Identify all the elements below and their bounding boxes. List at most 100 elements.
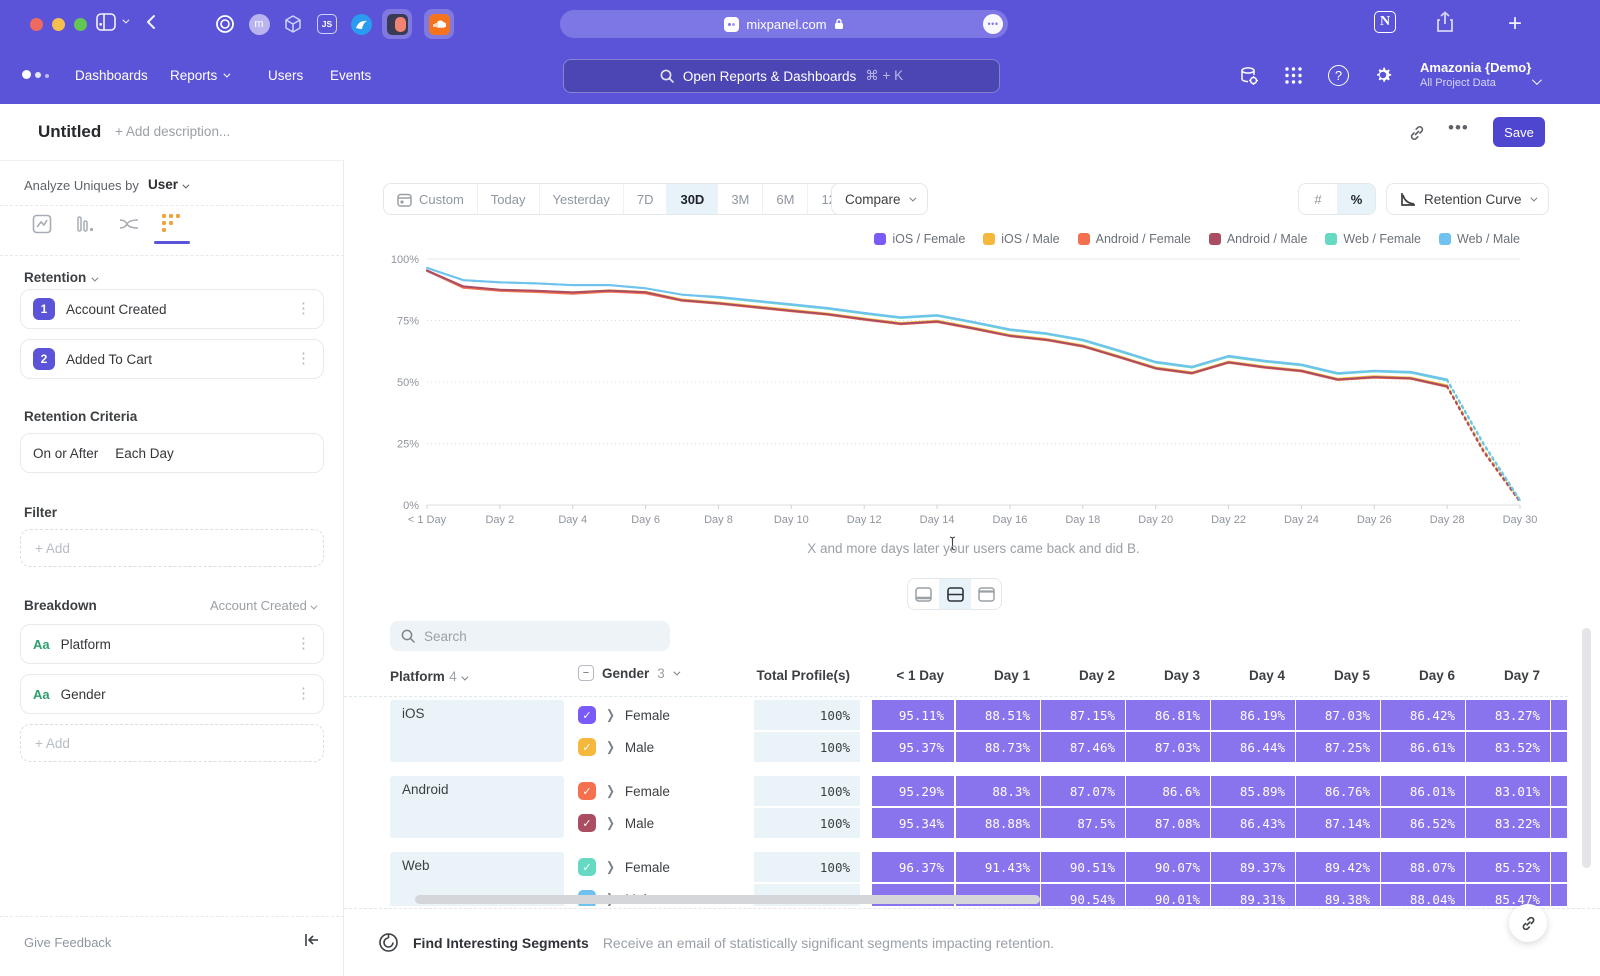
range-yesterday[interactable]: Yesterday [539,184,623,214]
breakdown-scope-selector[interactable]: Account Created [210,598,315,613]
soundcloud-icon[interactable] [424,9,454,39]
svg-text:Day 24: Day 24 [1284,514,1319,526]
help-icon[interactable]: ? [1328,65,1349,86]
percent-mode-button[interactable]: % [1337,184,1375,214]
table-only-layout-button[interactable] [970,579,1001,609]
apps-grid-icon[interactable] [1284,66,1303,85]
series-checkbox[interactable]: ✓ [578,738,596,756]
retention-cell: 88.3% [956,776,1040,806]
nav-events[interactable]: Events [330,68,371,83]
platform-column-header[interactable]: Platform 4 [390,668,466,686]
share-report-button[interactable] [1509,904,1547,942]
nav-users[interactable]: Users [268,68,303,83]
data-gear-icon[interactable] [1238,65,1260,87]
more-options-icon[interactable]: ••• [1448,118,1469,138]
svg-text:50%: 50% [397,377,419,389]
svg-text:Day 14: Day 14 [920,514,955,526]
add-breakdown-button[interactable]: + Add [20,724,324,762]
project-switcher[interactable]: Amazonia {Demo} All Project Data [1420,60,1531,89]
step-menu-icon[interactable]: ⋮ [296,354,311,364]
new-tab-icon[interactable]: + [1508,10,1522,38]
notion-icon[interactable]: N [1374,11,1396,33]
bird-icon[interactable] [346,9,376,39]
compare-button[interactable]: Compare [831,183,928,215]
find-segments-title[interactable]: Find Interesting Segments [413,935,589,951]
table-search[interactable] [390,621,670,651]
series-checkbox[interactable]: ✓ [578,858,596,876]
table-search-input[interactable] [424,629,644,644]
back-icon[interactable] [146,14,156,30]
vertical-scrollbar[interactable] [1582,628,1591,868]
platform-group-cell: iOS [390,700,564,762]
expand-row-icon[interactable]: ❯ [606,815,615,831]
range-custom[interactable]: Custom [384,184,477,214]
target-icon[interactable] [210,9,240,39]
project-chevron-icon[interactable] [1532,72,1539,90]
count-mode-button[interactable]: # [1299,184,1337,214]
breakdown-menu-icon[interactable]: ⋮ [296,689,311,699]
expand-row-icon[interactable]: ❯ [606,783,615,799]
insights-icon[interactable] [32,214,52,239]
select-all-checkbox[interactable]: − [578,665,594,681]
series-checkbox[interactable]: ✓ [578,814,596,832]
retention-icon[interactable] [161,213,182,239]
retention-cell: 88.07% [1381,852,1465,882]
breakdown-menu-icon[interactable]: ⋮ [296,639,311,649]
metric-column-header[interactable]: Day 7 [1420,668,1540,683]
minimize-window-button[interactable] [52,18,65,31]
sidebar-toggle-icon[interactable] [96,13,116,31]
collapse-sidebar-icon[interactable] [304,933,320,952]
cube-icon[interactable] [278,9,308,39]
m-avatar-icon[interactable]: m [244,9,274,39]
breakdown-card-gender[interactable]: Aa Gender ⋮ [20,674,324,714]
step-card-1[interactable]: 1 Account Created ⋮ [20,289,324,329]
retention-cell: 91.43% [956,852,1040,882]
series-checkbox[interactable]: ✓ [578,706,596,724]
retention-cell: 90.07% [1126,852,1210,882]
report-title[interactable]: Untitled [38,122,101,142]
retention-criteria-card[interactable]: On or After Each Day [20,433,324,473]
chevron-down-icon[interactable] [122,19,127,24]
share-icon[interactable] [1436,11,1454,33]
flows-icon[interactable] [118,214,140,239]
range-today[interactable]: Today [477,184,539,214]
expand-row-icon[interactable]: ❯ [606,707,615,723]
series-checkbox[interactable]: ✓ [578,782,596,800]
save-button[interactable]: Save [1493,117,1545,147]
breakdown-card-platform[interactable]: Aa Platform ⋮ [20,624,324,664]
retention-section-toggle[interactable]: Retention [24,269,96,287]
extensions-icon[interactable]: ••• [983,14,1003,34]
chart-only-layout-button[interactable] [908,579,939,609]
range-7d[interactable]: 7D [623,184,667,214]
add-filter-button[interactable]: + Add [20,529,324,567]
js-icon[interactable]: JS [312,9,342,39]
notebook-icon[interactable] [382,9,412,39]
analyze-by-selector[interactable]: User [148,176,187,194]
global-search[interactable]: Open Reports & Dashboards ⌘ + K [563,59,1000,93]
copy-link-icon[interactable] [1408,124,1426,147]
gender-label: Female [625,860,670,875]
step-menu-icon[interactable]: ⋮ [296,304,311,314]
zoom-window-button[interactable] [74,18,87,31]
criteria-each-day[interactable]: Each Day [115,446,174,461]
nav-reports[interactable]: Reports [170,68,228,83]
view-selector[interactable]: Retention Curve [1386,183,1549,215]
settings-gear-icon[interactable] [1372,64,1394,86]
gender-column-header[interactable]: − Gender3 [578,665,678,681]
funnels-icon[interactable] [75,214,95,239]
range-3m[interactable]: 3M [717,184,762,214]
give-feedback-link[interactable]: Give Feedback [24,935,111,950]
step-card-2[interactable]: 2 Added To Cart ⋮ [20,339,324,379]
nav-dashboards[interactable]: Dashboards [75,68,148,83]
expand-row-icon[interactable]: ❯ [606,859,615,875]
split-layout-button[interactable] [939,579,970,609]
close-window-button[interactable] [30,18,43,31]
range-6m[interactable]: 6M [762,184,807,214]
expand-row-icon[interactable]: ❯ [606,739,615,755]
retention-cell: 89.38% [1296,884,1380,906]
report-description-placeholder[interactable]: + Add description... [115,124,230,139]
horizontal-scrollbar[interactable] [415,895,1040,904]
range-30d[interactable]: 30D [666,184,717,214]
criteria-on-or-after[interactable]: On or After [33,446,98,461]
address-bar[interactable]: mixpanel.com ••• [560,10,1008,38]
